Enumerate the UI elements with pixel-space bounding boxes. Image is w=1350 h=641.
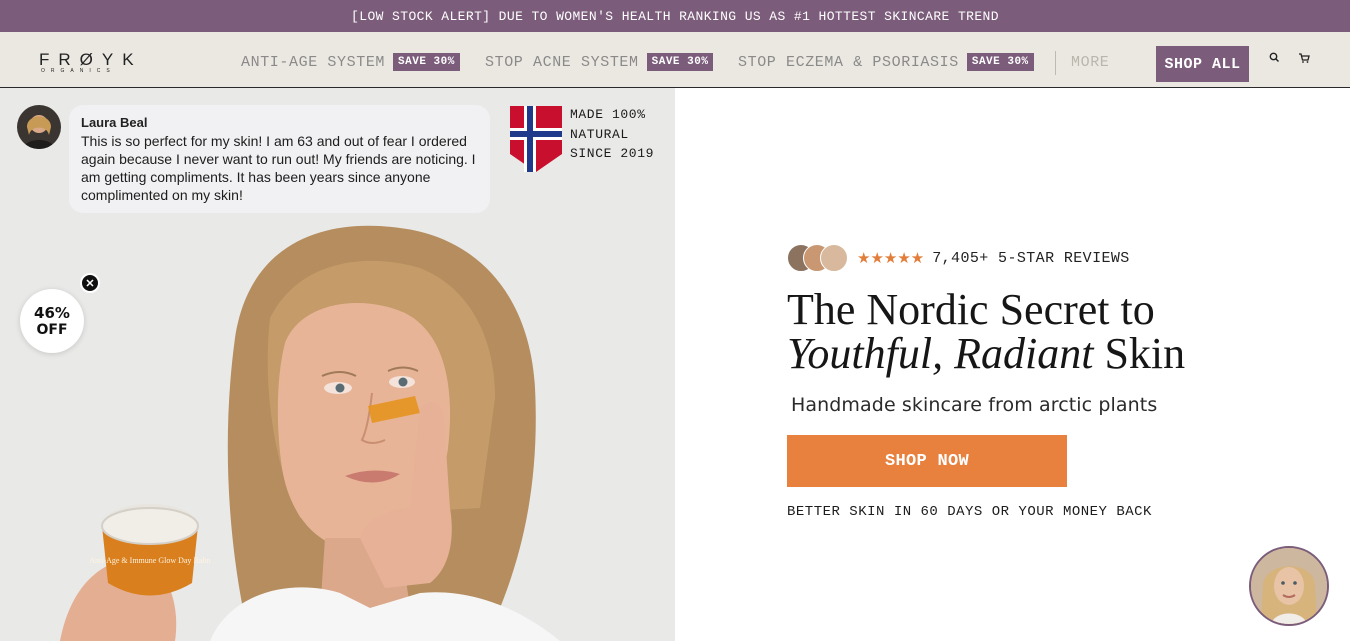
announcement-bar: [LOW STOCK ALERT] DUE TO WOMEN'S HEALTH …	[0, 0, 1350, 32]
customer-avatars	[787, 243, 851, 273]
headline-line-1: The Nordic Secret to	[787, 285, 1155, 334]
shop-all-button[interactable]: SHOP ALL	[1156, 46, 1249, 82]
avatar	[820, 244, 848, 272]
hero-headline: The Nordic Secret to Youthful, Radiant S…	[787, 288, 1185, 376]
norway-flag-icon	[510, 106, 562, 172]
nav-item-label: STOP ECZEMA & PSORIASIS	[738, 53, 959, 71]
headline-italic: Youthful, Radiant	[787, 329, 1094, 378]
review-text: This is so perfect for my skin! I am 63 …	[81, 133, 476, 203]
hero-content: ★★★★★ 7,405+ 5-STAR REVIEWS The Nordic S…	[675, 88, 1350, 641]
money-back-guarantee: BETTER SKIN IN 60 DAYS OR YOUR MONEY BAC…	[787, 504, 1152, 520]
search-icon[interactable]	[1267, 50, 1283, 66]
save-badge: SAVE 30%	[646, 53, 714, 71]
logo-wordmark: FRØYK	[39, 50, 143, 69]
save-badge: SAVE 30%	[393, 53, 460, 71]
review-bubble: Laura Beal This is so perfect for my ski…	[69, 105, 490, 213]
cart-icon[interactable]	[1296, 50, 1312, 66]
origin-text: MADE 100% NATURAL SINCE 2019	[570, 105, 654, 164]
brand-logo[interactable]: FRØYK ORGANICS	[39, 50, 143, 74]
close-icon[interactable]: ✕	[80, 273, 100, 293]
headline-end: Skin	[1093, 329, 1186, 378]
announcement-text: [LOW STOCK ALERT] DUE TO WOMEN'S HEALTH …	[351, 8, 999, 24]
origin-line-2: NATURAL	[570, 126, 629, 142]
star-rating-icon: ★★★★★	[857, 250, 925, 267]
nav-item-label: STOP ACNE SYSTEM	[485, 53, 639, 71]
nav-stop-eczema-psoriasis[interactable]: STOP ECZEMA & PSORIASIS SAVE 30%	[738, 52, 1034, 72]
origin-line-3: SINCE 2019	[570, 146, 655, 161]
review-count: 7,405+ 5-STAR REVIEWS	[932, 249, 1130, 267]
hero-subheading: Handmade skincare from arctic plants	[791, 394, 1158, 416]
hero-image: Anti-Age & Immune Glow Day Balm Laura Be…	[0, 88, 675, 641]
origin-line-1: MADE 100%	[570, 107, 646, 122]
nav-stop-acne-system[interactable]: STOP ACNE SYSTEM SAVE 30%	[485, 52, 714, 72]
chat-assistant-avatar[interactable]	[1249, 546, 1329, 626]
reviewer-name: Laura Beal	[81, 115, 148, 130]
discount-off: OFF	[36, 321, 68, 338]
rating-row: ★★★★★ 7,405+ 5-STAR REVIEWS	[787, 243, 1130, 273]
discount-popup[interactable]: 46% OFF	[20, 289, 84, 353]
reviewer-avatar	[17, 105, 61, 149]
nav-more[interactable]: MORE	[1071, 54, 1109, 71]
nav-item-label: ANTI-AGE SYSTEM	[241, 53, 386, 71]
jar-label: Anti-Age & Immune Glow Day Balm	[89, 556, 211, 565]
nav-divider	[1055, 51, 1056, 75]
headline-line-2: Youthful, Radiant Skin	[787, 332, 1185, 376]
discount-percent: 46%	[34, 303, 70, 322]
shop-now-button[interactable]: SHOP NOW	[787, 435, 1067, 487]
top-navigation: FRØYK ORGANICS ANTI-AGE SYSTEM SAVE 30% …	[0, 32, 1350, 88]
save-badge: SAVE 30%	[966, 53, 1034, 71]
nav-anti-age-system[interactable]: ANTI-AGE SYSTEM SAVE 30%	[241, 52, 460, 72]
